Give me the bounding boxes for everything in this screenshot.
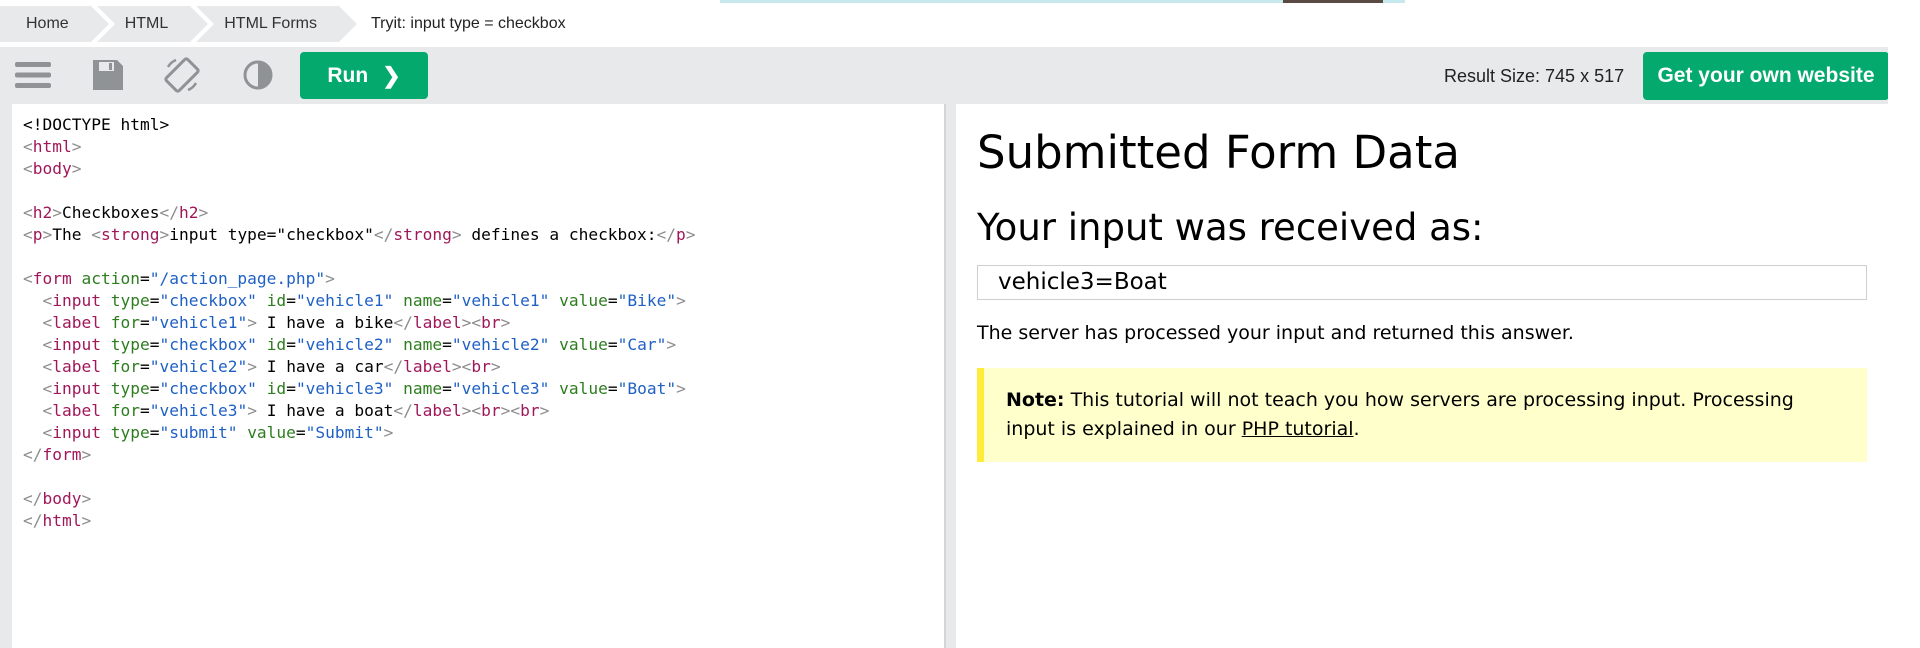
result-size: Result Size: 745 x 517	[1444, 66, 1625, 86]
note-end: .	[1353, 418, 1360, 440]
page-scrollbar[interactable]	[1888, 47, 1920, 648]
ad-banner-edge-dark	[1283, 0, 1383, 3]
breadcrumb-html[interactable]: HTML	[96, 6, 208, 42]
note-box: Note: This tutorial will not teach you h…	[977, 368, 1867, 462]
code-text[interactable]: <!DOCTYPE html> <html> <body> <h2>Checkb…	[23, 114, 696, 532]
contrast-icon[interactable]	[238, 55, 278, 95]
run-button[interactable]: Run ❯	[300, 52, 428, 99]
chevron-right-icon: ❯	[382, 62, 401, 88]
run-button-label: Run	[327, 63, 369, 87]
rotate-icon[interactable]	[162, 55, 202, 95]
breadcrumb-home[interactable]: Home	[0, 6, 109, 42]
processed-text: The server has processed your input and …	[977, 322, 1574, 344]
menu-icon[interactable]	[13, 55, 53, 95]
result-subtitle: Your input was received as:	[977, 206, 1484, 249]
breadcrumb-current: Tryit: input type = checkbox	[370, 15, 566, 32]
code-editor[interactable]: <!DOCTYPE html> <html> <body> <h2>Checkb…	[12, 104, 944, 648]
note-label: Note:	[1006, 389, 1065, 411]
result-panel: Submitted Form Data Your input was recei…	[956, 104, 1888, 648]
note-text: This tutorial will not teach you how ser…	[1006, 389, 1794, 440]
top-strip: Home HTML HTML Forms Tryit: input type =…	[0, 0, 1920, 47]
panel-splitter[interactable]	[944, 104, 956, 648]
received-data-box: vehicle3=Boat	[977, 265, 1867, 300]
splitter-bar	[944, 104, 946, 648]
breadcrumb: Home HTML HTML Forms Tryit: input type =…	[0, 6, 566, 42]
save-icon[interactable]	[88, 55, 128, 95]
php-tutorial-link[interactable]: PHP tutorial	[1242, 418, 1354, 440]
get-own-website-button[interactable]: Get your own website	[1643, 52, 1889, 100]
result-title: Submitted Form Data	[977, 126, 1460, 179]
breadcrumb-html-forms[interactable]: HTML Forms	[196, 6, 357, 42]
